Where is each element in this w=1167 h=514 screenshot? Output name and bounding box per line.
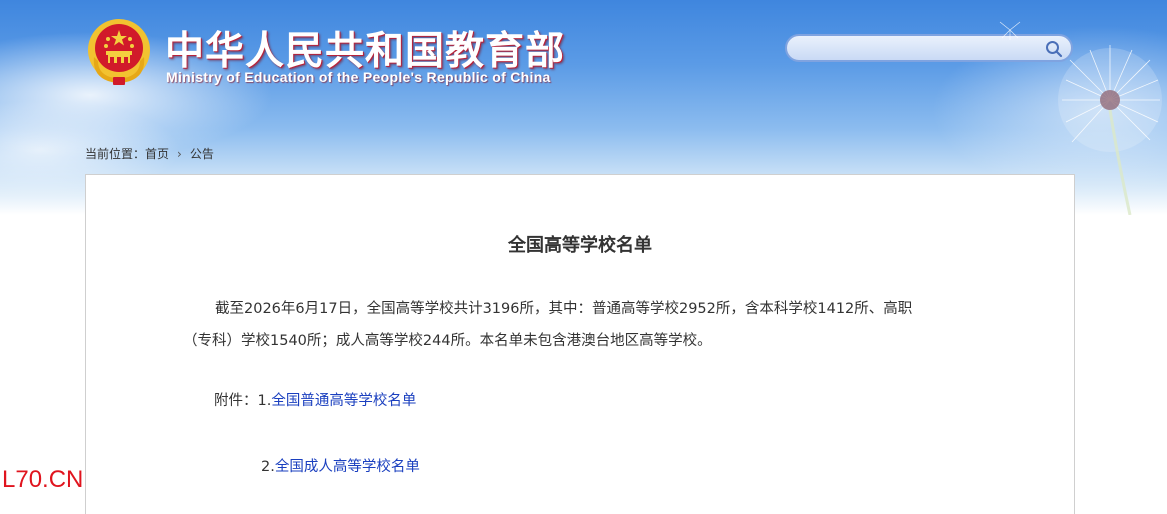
breadcrumb-label: 当前位置：: [85, 147, 146, 161]
attachment-row-1: 附件：1.全国普通高等学校名单: [214, 389, 416, 410]
site-title-cn[interactable]: 中华人民共和国教育部: [165, 20, 565, 76]
attachment-number: 1.: [257, 393, 272, 409]
chevron-right-icon: ›: [177, 147, 182, 161]
paragraph-line-1: 截至2026年6月17日，全国高等学校共计3196所，其中：普通高等学校2952…: [215, 301, 913, 317]
article-paragraph: 截至2026年6月17日，全国高等学校共计3196所，其中：普通高等学校2952…: [183, 293, 976, 357]
breadcrumb-home-link[interactable]: 首页: [145, 147, 169, 161]
national-emblem-icon[interactable]: [86, 17, 152, 87]
article-title: 全国高等学校名单: [508, 235, 652, 256]
attachment-link-regular-institutions[interactable]: 全国普通高等学校名单: [271, 393, 416, 409]
attachment-label: 附件：: [214, 393, 258, 409]
breadcrumb-current-link[interactable]: 公告: [190, 147, 214, 161]
breadcrumb: 当前位置：首页 › 公告: [85, 145, 214, 162]
paragraph-line-2: （专科）学校1540所；成人高等学校244所。本名单未包含港澳台地区高等学校。: [183, 333, 712, 349]
attachment-link-adult-institutions[interactable]: 全国成人高等学校名单: [275, 459, 420, 475]
article-container: 全国高等学校名单 截至2026年6月17日，全国高等学校共计3196所，其中：普…: [85, 174, 1075, 514]
site-title-en: Ministry of Education of the People's Re…: [166, 69, 551, 85]
attachment-number: 2.: [261, 459, 275, 475]
attachment-row-2: 2.全国成人高等学校名单: [261, 455, 420, 476]
watermark-text: L70.CN: [2, 466, 84, 493]
